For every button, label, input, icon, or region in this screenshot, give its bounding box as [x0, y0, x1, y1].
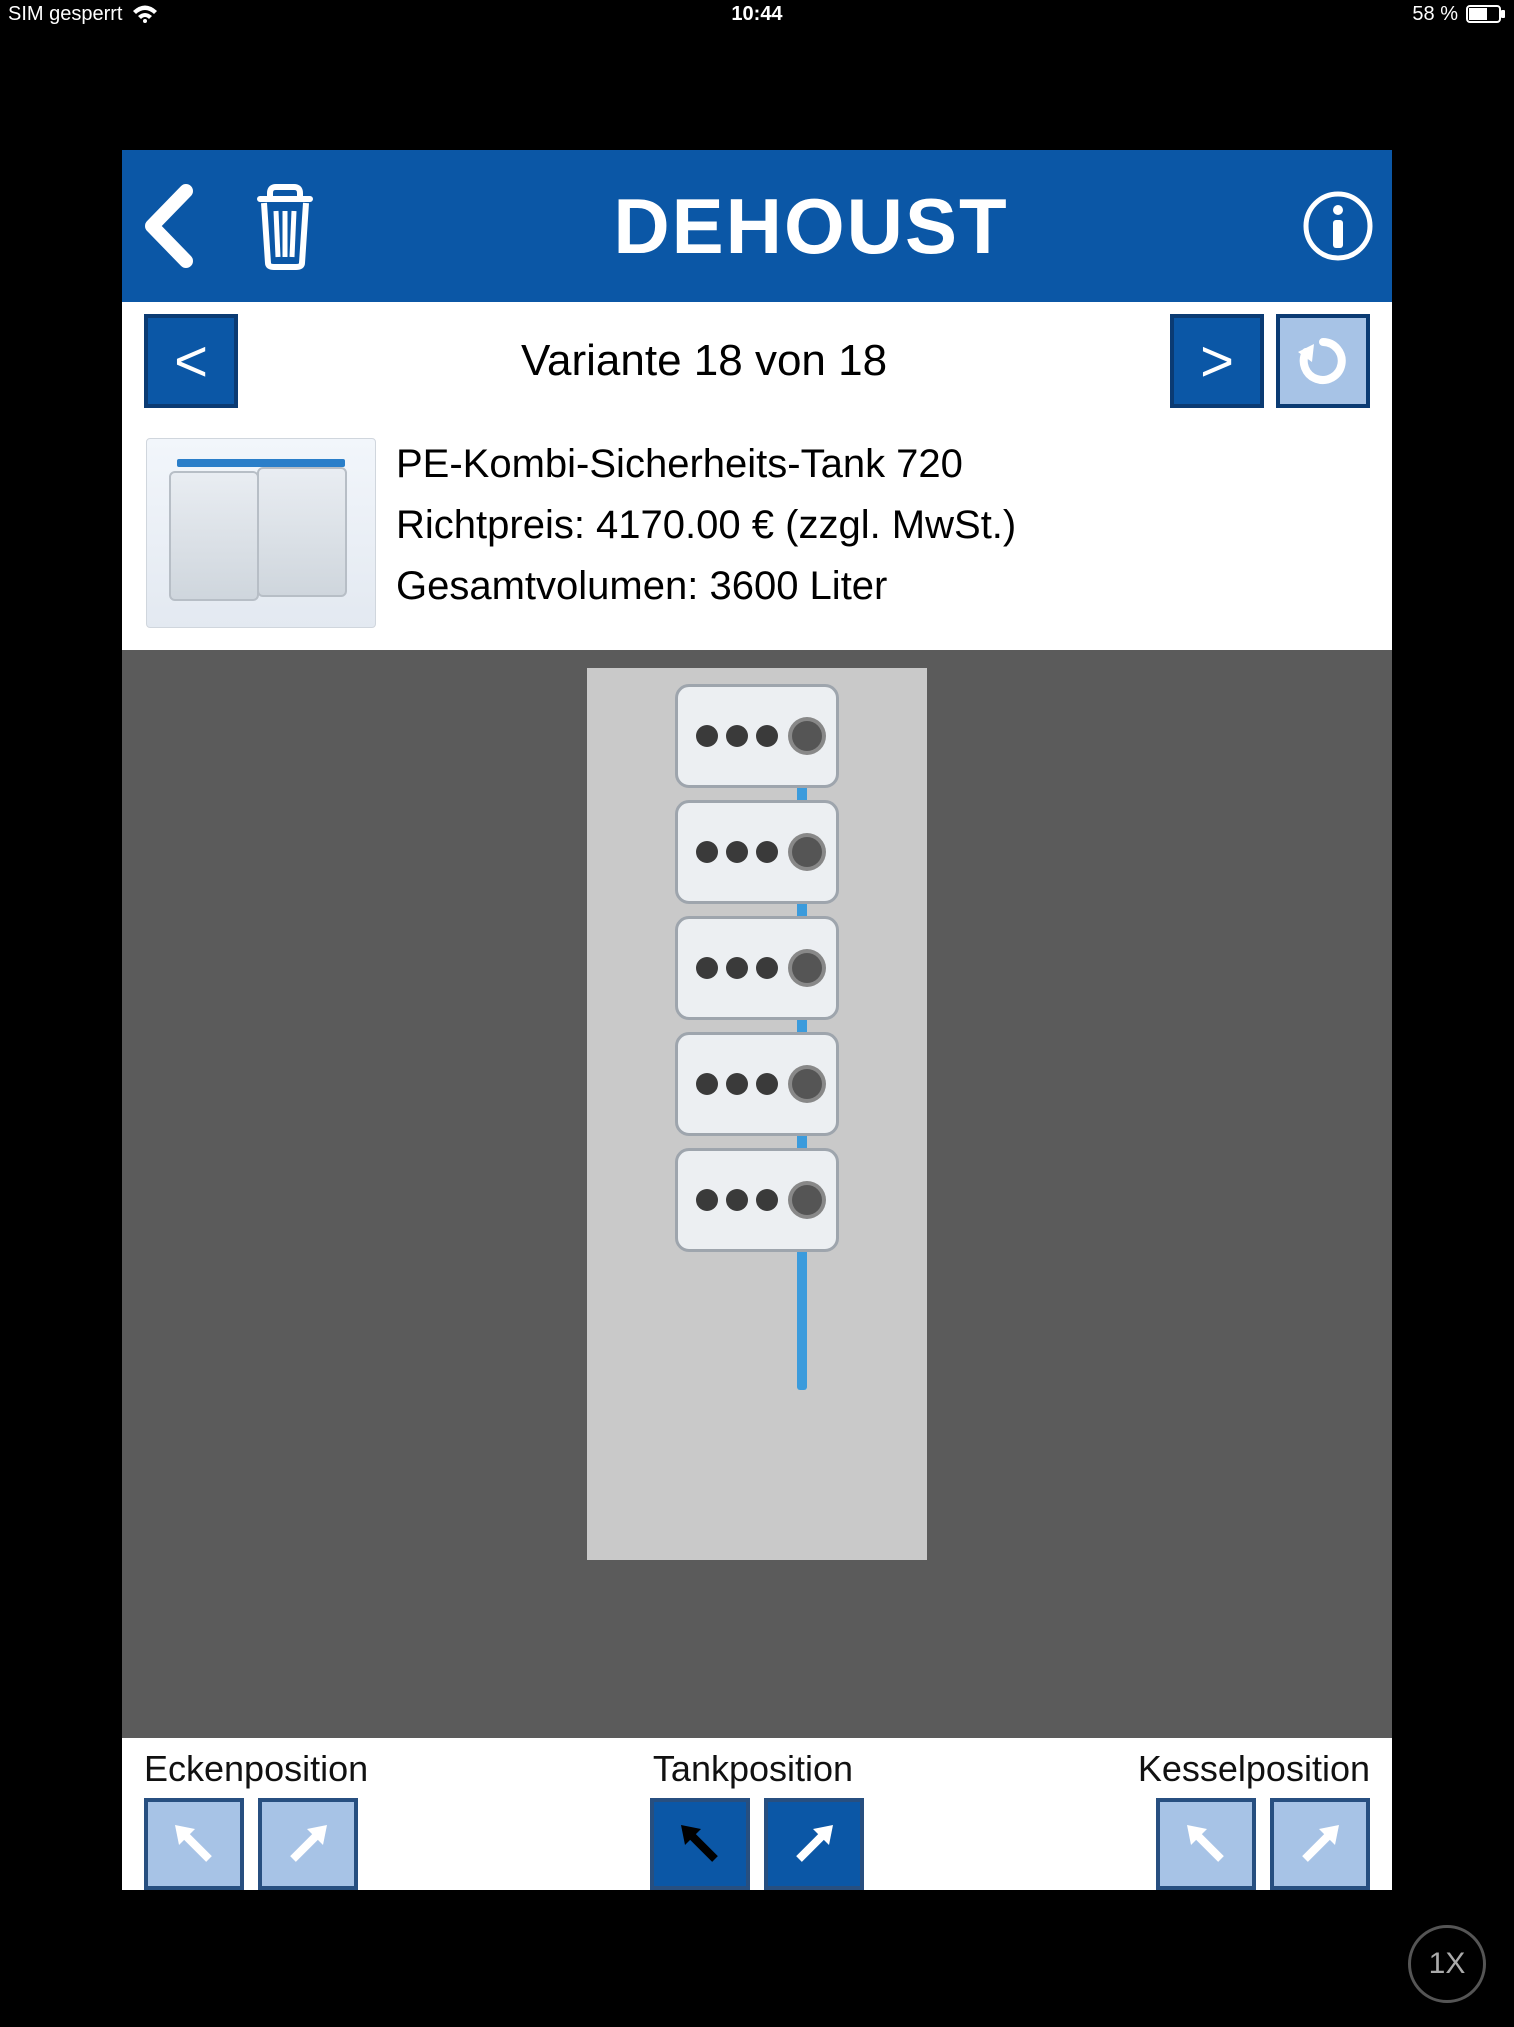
tank-icon — [675, 800, 839, 904]
tank-left-button[interactable] — [650, 1798, 750, 1890]
variant-counter: Variante 18 von 18 — [256, 336, 1152, 386]
layout-canvas — [587, 668, 927, 1560]
brand-logo: DEHOUST — [613, 181, 1008, 272]
ecken-left-button[interactable] — [144, 1798, 244, 1890]
wifi-icon — [132, 4, 158, 24]
app-frame: DEHOUST < Variante 18 von 18 > PE-Kombi-… — [122, 150, 1392, 1890]
ecken-right-button[interactable] — [258, 1798, 358, 1890]
tank-icon — [675, 1032, 839, 1136]
ecken-label: Eckenposition — [144, 1748, 368, 1790]
kessel-label: Kesselposition — [1138, 1748, 1370, 1790]
next-variant-button[interactable]: > — [1170, 314, 1264, 408]
battery-icon — [1466, 5, 1506, 23]
status-bar: SIM gesperrt 10:44 58 % — [0, 0, 1514, 28]
back-button[interactable] — [140, 183, 196, 269]
clock: 10:44 — [731, 3, 782, 25]
battery-percent: 58 % — [1412, 3, 1458, 26]
variant-bar: < Variante 18 von 18 > — [122, 302, 1392, 420]
prev-variant-button[interactable]: < — [144, 314, 238, 408]
product-summary: PE-Kombi-Sicherheits-Tank 720 Richtpreis… — [122, 420, 1392, 650]
zoom-value: 1X — [1429, 1947, 1466, 1981]
layout-diagram-area[interactable] — [122, 650, 1392, 1738]
tank-icon — [675, 916, 839, 1020]
tank-icon — [675, 1148, 839, 1252]
zoom-indicator[interactable]: 1X — [1408, 1925, 1486, 2003]
kessel-left-button[interactable] — [1156, 1798, 1256, 1890]
reload-button[interactable] — [1276, 314, 1370, 408]
info-button[interactable] — [1302, 190, 1374, 262]
tank-right-button[interactable] — [764, 1798, 864, 1890]
trash-button[interactable] — [250, 181, 320, 271]
tank-label: Tankposition — [653, 1748, 853, 1790]
product-name: PE-Kombi-Sicherheits-Tank 720 — [396, 442, 1016, 487]
product-thumbnail — [146, 438, 376, 628]
footer-controls: Eckenposition Tankposition Kesselpositio… — [122, 1738, 1392, 1890]
tank-icon — [675, 684, 839, 788]
product-volume: Gesamtvolumen: 3600 Liter — [396, 564, 1016, 609]
app-header: DEHOUST — [122, 150, 1392, 302]
sim-status: SIM gesperrt — [8, 3, 122, 26]
kessel-right-button[interactable] — [1270, 1798, 1370, 1890]
product-price: Richtpreis: 4170.00 € (zzgl. MwSt.) — [396, 503, 1016, 548]
